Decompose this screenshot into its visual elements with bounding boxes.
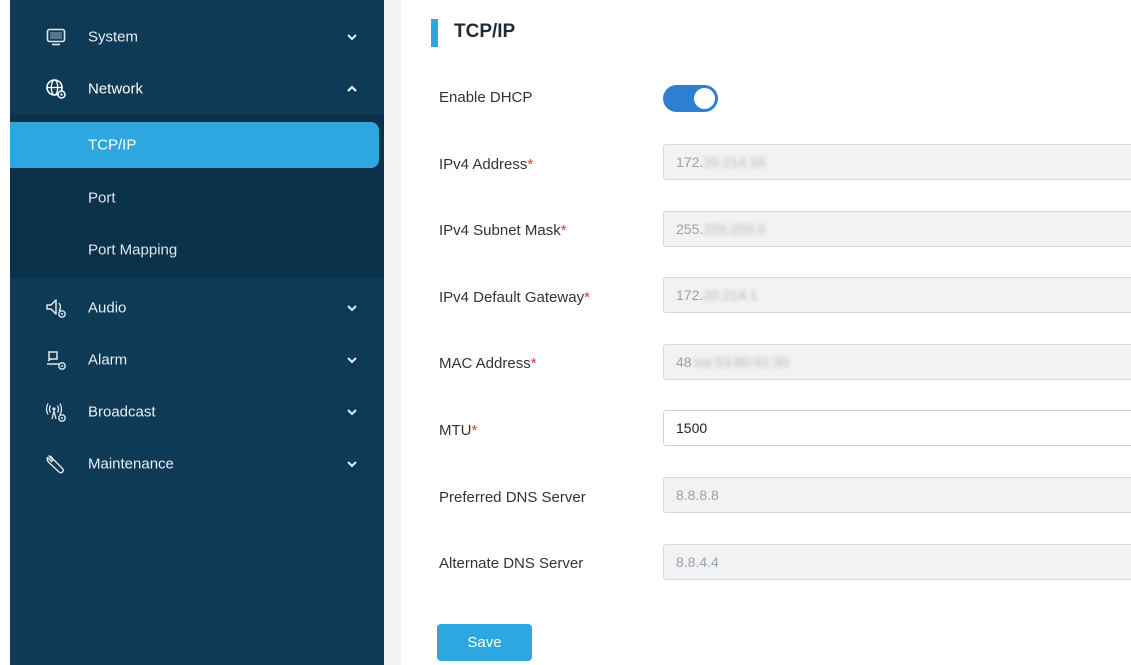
sidebar-item-label: Maintenance: [88, 455, 174, 473]
divider: [384, 0, 401, 665]
sidebar-item-port-mapping[interactable]: Port Mapping: [10, 227, 384, 273]
mtu-label: MTU*: [439, 422, 478, 439]
dhcp-toggle[interactable]: [663, 85, 718, 112]
sidebar-subitem-label: Port: [88, 189, 116, 207]
alternate-dns-label: Alternate DNS Server: [439, 555, 584, 572]
mtu-input[interactable]: 1500: [663, 410, 1131, 446]
network-submenu: TCP/IP Port Port Mapping: [10, 115, 384, 278]
mac-address-label: MAC Address*: [439, 355, 537, 372]
sidebar-item-label: Broadcast: [88, 403, 156, 421]
main-content: TCP/IP Enable DHCP IPv4 Address* 172. 20.…: [401, 0, 1131, 665]
monitor-icon: [44, 25, 68, 49]
sidebar-item-alarm[interactable]: Alarm: [10, 334, 384, 386]
ipv4-address-label: IPv4 Address*: [439, 156, 534, 173]
sidebar-subitem-label: Port Mapping: [88, 241, 178, 259]
preferred-dns-label: Preferred DNS Server: [439, 489, 586, 506]
chevron-down-icon: [347, 34, 357, 41]
sidebar-item-system[interactable]: System: [10, 11, 384, 63]
alternate-dns-field[interactable]: 8.8.4.4: [663, 544, 1131, 580]
chevron-down-icon: [347, 461, 357, 468]
title-accent-bar: [431, 19, 438, 47]
sidebar-item-port[interactable]: Port: [10, 175, 384, 221]
subnet-mask-field[interactable]: 255. 255.255.0: [663, 211, 1131, 247]
mac-address-field[interactable]: 48:ea:53:80:91:30: [663, 344, 1131, 380]
sidebar-item-label: System: [88, 28, 139, 46]
sidebar-item-maintenance[interactable]: Maintenance: [10, 438, 384, 490]
sidebar-item-network[interactable]: Network: [10, 63, 384, 115]
sidebar-item-broadcast[interactable]: Broadcast: [10, 386, 384, 438]
preferred-dns-field[interactable]: 8.8.8.8: [663, 477, 1131, 513]
broadcast-gear-icon: [44, 400, 68, 424]
alarm-gear-icon: [44, 348, 68, 372]
globe-gear-icon: [44, 77, 68, 101]
ipv4-address-field[interactable]: 172. 20.214.16: [663, 144, 1131, 180]
sidebar-item-label: Audio: [88, 299, 127, 317]
sidebar-item-label: Alarm: [88, 351, 128, 369]
sidebar-item-audio[interactable]: Audio: [10, 282, 384, 334]
sidebar-item-tcpip[interactable]: TCP/IP: [10, 122, 379, 168]
chevron-down-icon: [347, 305, 357, 312]
page-title: TCP/IP: [454, 21, 516, 42]
subnet-mask-label: IPv4 Subnet Mask*: [439, 222, 567, 239]
chevron-down-icon: [347, 357, 357, 364]
save-button[interactable]: Save: [437, 624, 532, 661]
sidebar: System Network TCP/IP Port Port Mapping …: [10, 0, 384, 665]
sidebar-item-label: Network: [88, 80, 144, 98]
sidebar-subitem-label: TCP/IP: [88, 136, 137, 154]
dhcp-label: Enable DHCP: [439, 89, 533, 106]
gateway-label: IPv4 Default Gateway*: [439, 289, 590, 306]
chevron-up-icon: [347, 85, 357, 92]
toggle-knob: [694, 88, 715, 109]
chevron-down-icon: [347, 409, 357, 416]
wrench-icon: [44, 452, 68, 476]
speaker-gear-icon: [44, 296, 68, 320]
gateway-field[interactable]: 172. 20.214.1: [663, 277, 1131, 313]
